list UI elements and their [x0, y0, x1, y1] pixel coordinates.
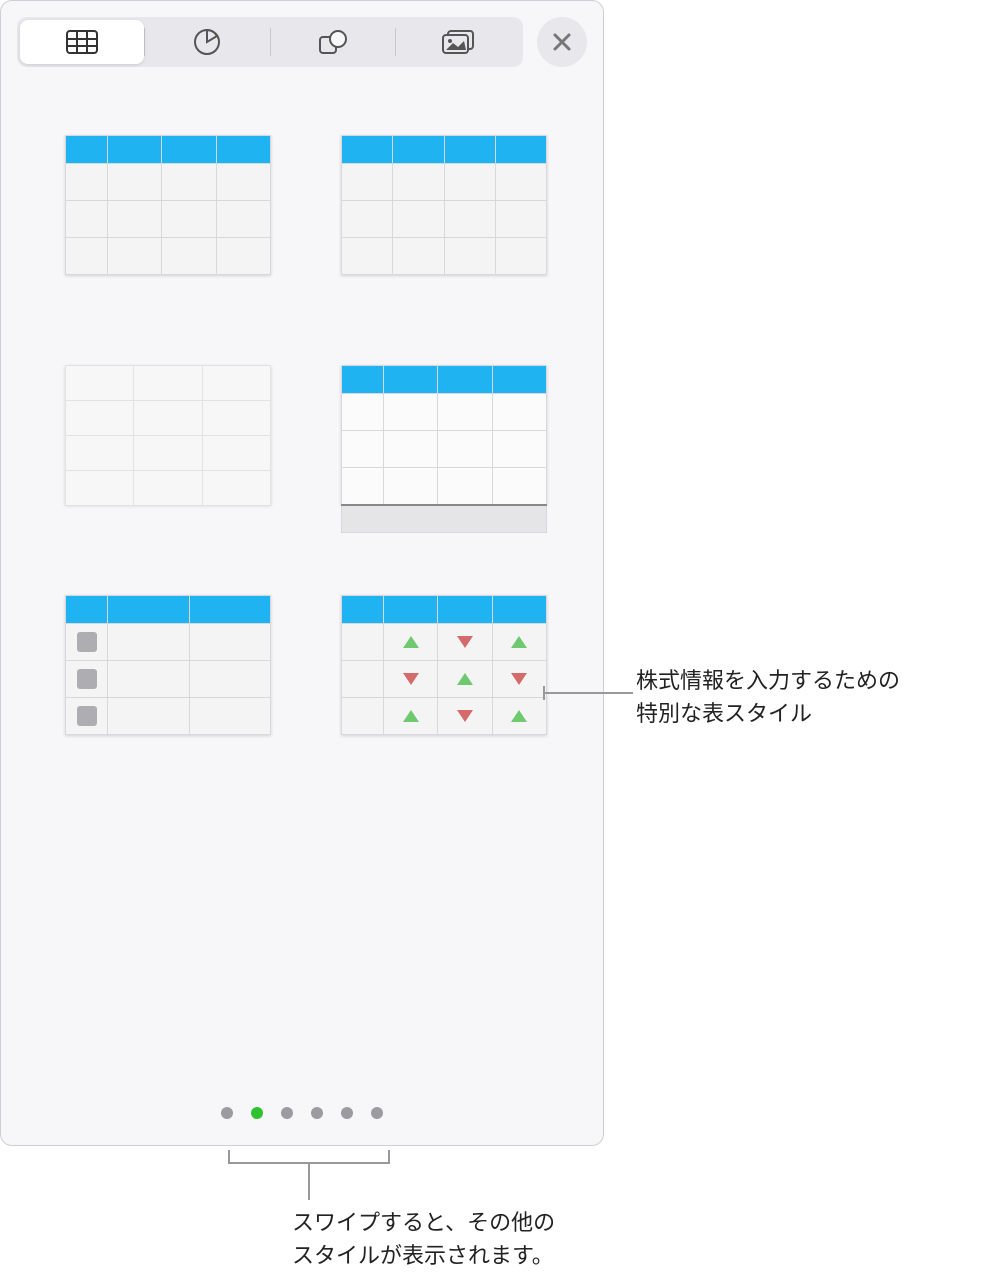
category-segmented-control	[17, 17, 523, 67]
tab-chart[interactable]	[145, 20, 269, 64]
up-arrow-icon	[511, 636, 527, 648]
callout-line	[543, 692, 633, 694]
up-arrow-icon	[457, 673, 473, 685]
swipe-hint-callout: スワイプすると、その他の スタイルが表示されます。	[292, 1206, 555, 1272]
page-dot-5[interactable]	[341, 1107, 353, 1119]
page-dot-4[interactable]	[311, 1107, 323, 1119]
table-style-stock-arrows[interactable]	[341, 595, 547, 735]
table-style-header-blue-2[interactable]	[341, 135, 547, 275]
up-arrow-icon	[403, 710, 419, 722]
page-dot-6[interactable]	[371, 1107, 383, 1119]
table-icon	[66, 30, 98, 54]
down-arrow-icon	[457, 636, 473, 648]
page-dot-2[interactable]	[251, 1107, 263, 1119]
page-dot-3[interactable]	[281, 1107, 293, 1119]
tab-table[interactable]	[20, 20, 144, 64]
down-arrow-icon	[457, 710, 473, 722]
close-icon	[552, 32, 572, 52]
callout-bracket-stem	[308, 1164, 310, 1200]
table-style-header-footer[interactable]	[341, 365, 547, 505]
insert-toolbar	[1, 1, 603, 79]
stock-style-callout: 株式情報を入力するための 特別な表スタイル	[636, 664, 900, 730]
up-arrow-icon	[511, 710, 527, 722]
up-arrow-icon	[403, 636, 419, 648]
page-dot-1[interactable]	[221, 1107, 233, 1119]
tab-shape[interactable]	[271, 20, 395, 64]
insert-panel	[0, 0, 604, 1146]
table-styles-grid	[1, 79, 603, 791]
down-arrow-icon	[511, 673, 527, 685]
pie-chart-icon	[193, 28, 221, 56]
table-style-plain[interactable]	[65, 365, 271, 505]
down-arrow-icon	[403, 673, 419, 685]
shapes-icon	[318, 29, 348, 55]
table-style-checklist[interactable]	[65, 595, 271, 735]
table-style-header-blue-1[interactable]	[65, 135, 271, 275]
page-indicator	[1, 1107, 603, 1119]
media-icon	[442, 30, 474, 54]
close-button[interactable]	[537, 17, 587, 67]
tab-media[interactable]	[396, 20, 520, 64]
callout-bracket	[228, 1150, 390, 1164]
